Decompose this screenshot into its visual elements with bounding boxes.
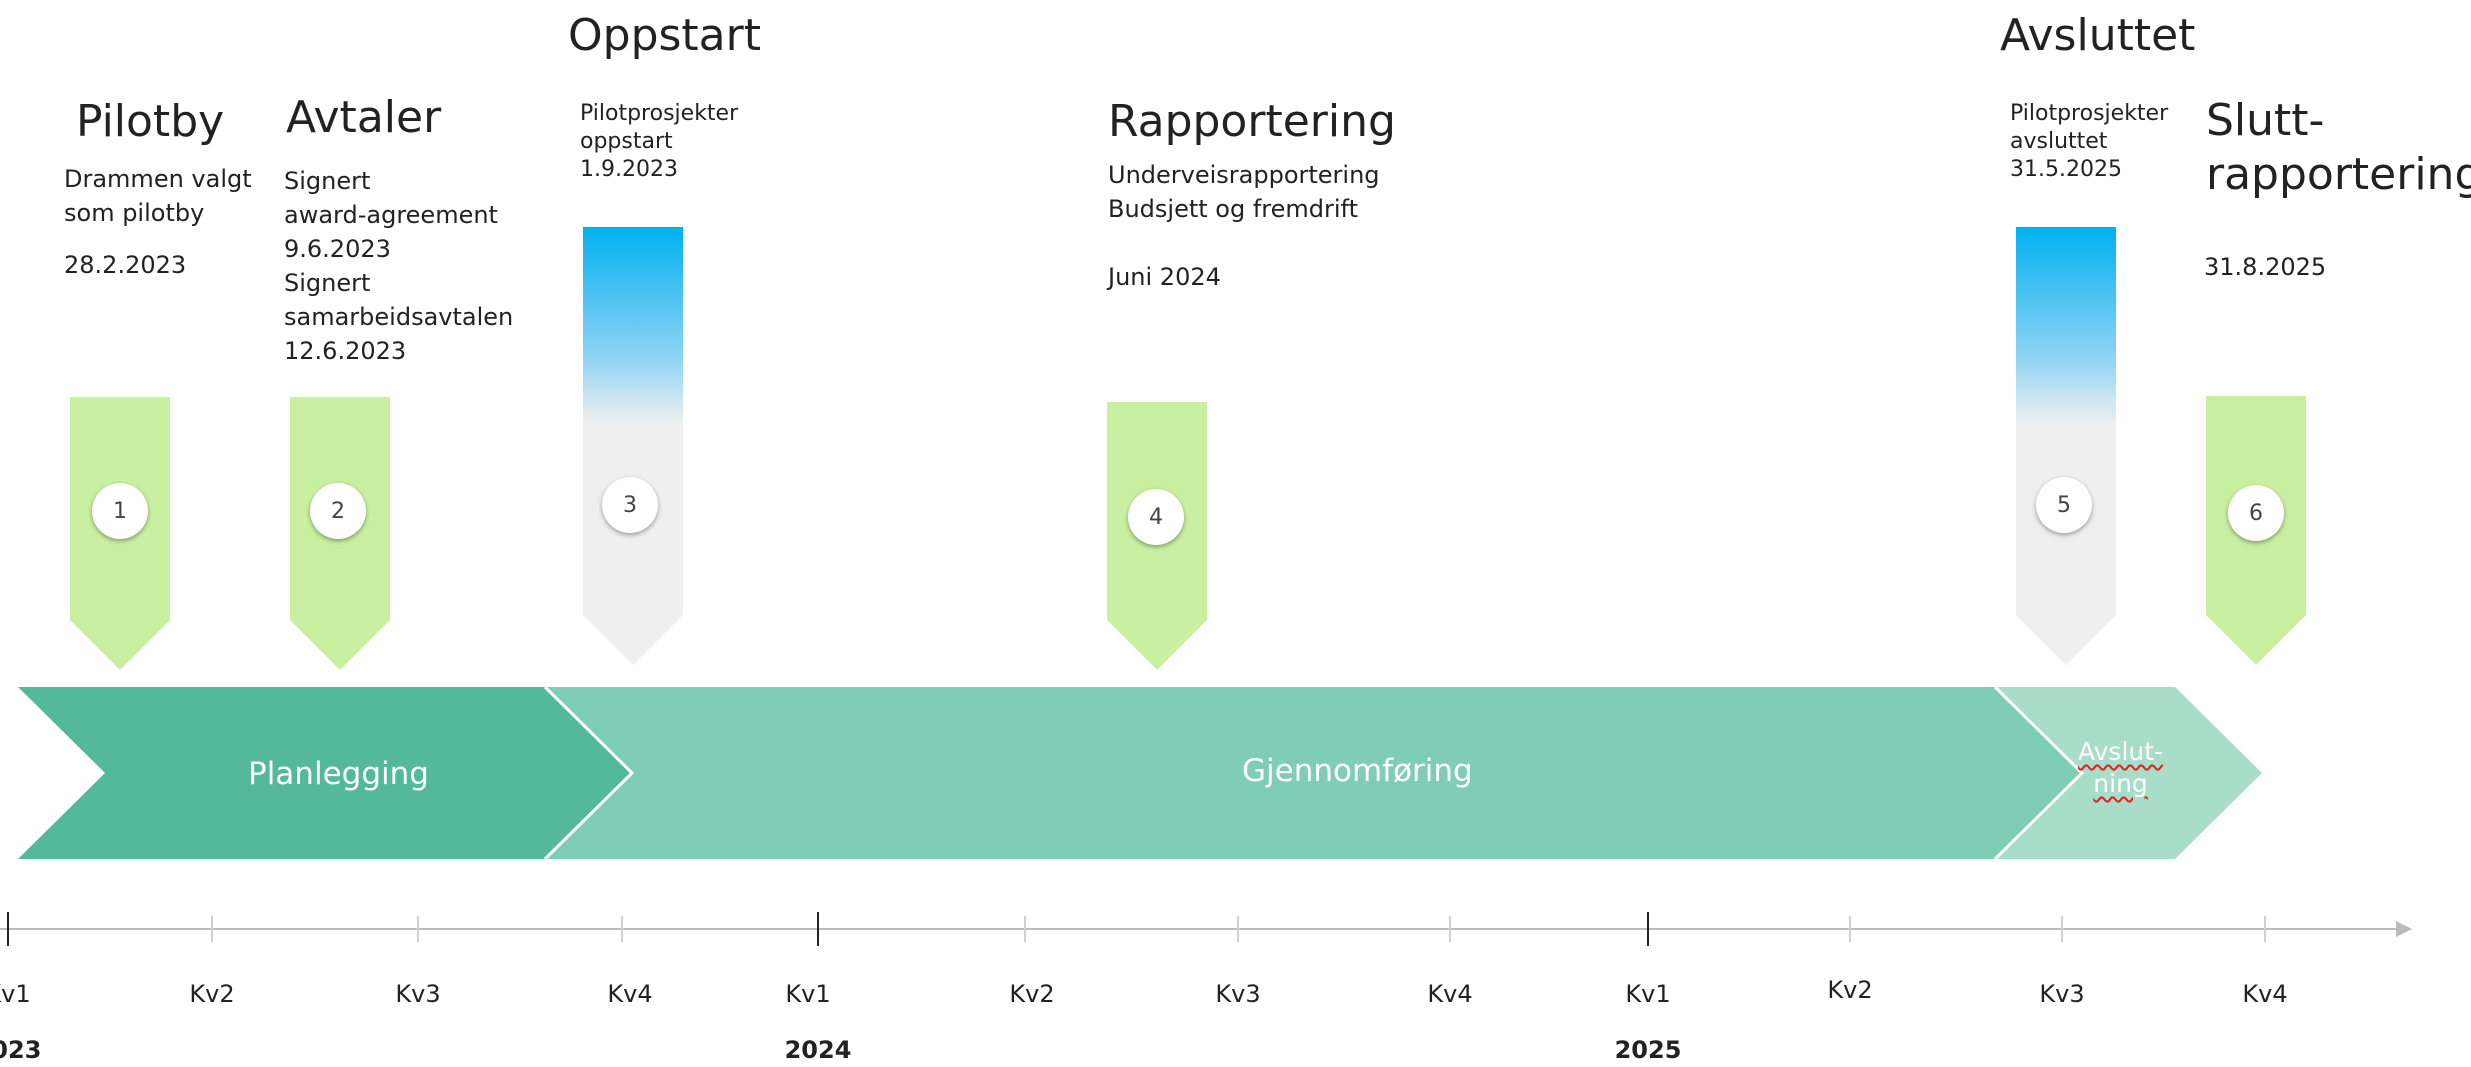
- year-label: 2023: [0, 1036, 42, 1064]
- quarter-label: Kv2: [1827, 976, 1873, 1004]
- year-label: 2024: [784, 1036, 852, 1064]
- axis-arrow-head: [2396, 921, 2412, 937]
- quarter-label: Kv1: [785, 980, 831, 1008]
- quarter-label: Kv3: [2039, 980, 2085, 1008]
- quarter-label: Kv1: [1625, 980, 1671, 1008]
- quarter-label: Kv2: [1009, 980, 1055, 1008]
- quarter-label: Kv3: [395, 980, 441, 1008]
- year-label: 2025: [1614, 1036, 1682, 1064]
- quarter-label: Kv1: [0, 980, 31, 1008]
- timeline-axis: [0, 912, 2412, 946]
- quarter-label: Kv4: [1427, 980, 1473, 1008]
- quarter-label: Kv2: [189, 980, 235, 1008]
- quarter-label: Kv4: [607, 980, 653, 1008]
- quarter-label: Kv3: [1215, 980, 1261, 1008]
- quarter-label: Kv4: [2242, 980, 2288, 1008]
